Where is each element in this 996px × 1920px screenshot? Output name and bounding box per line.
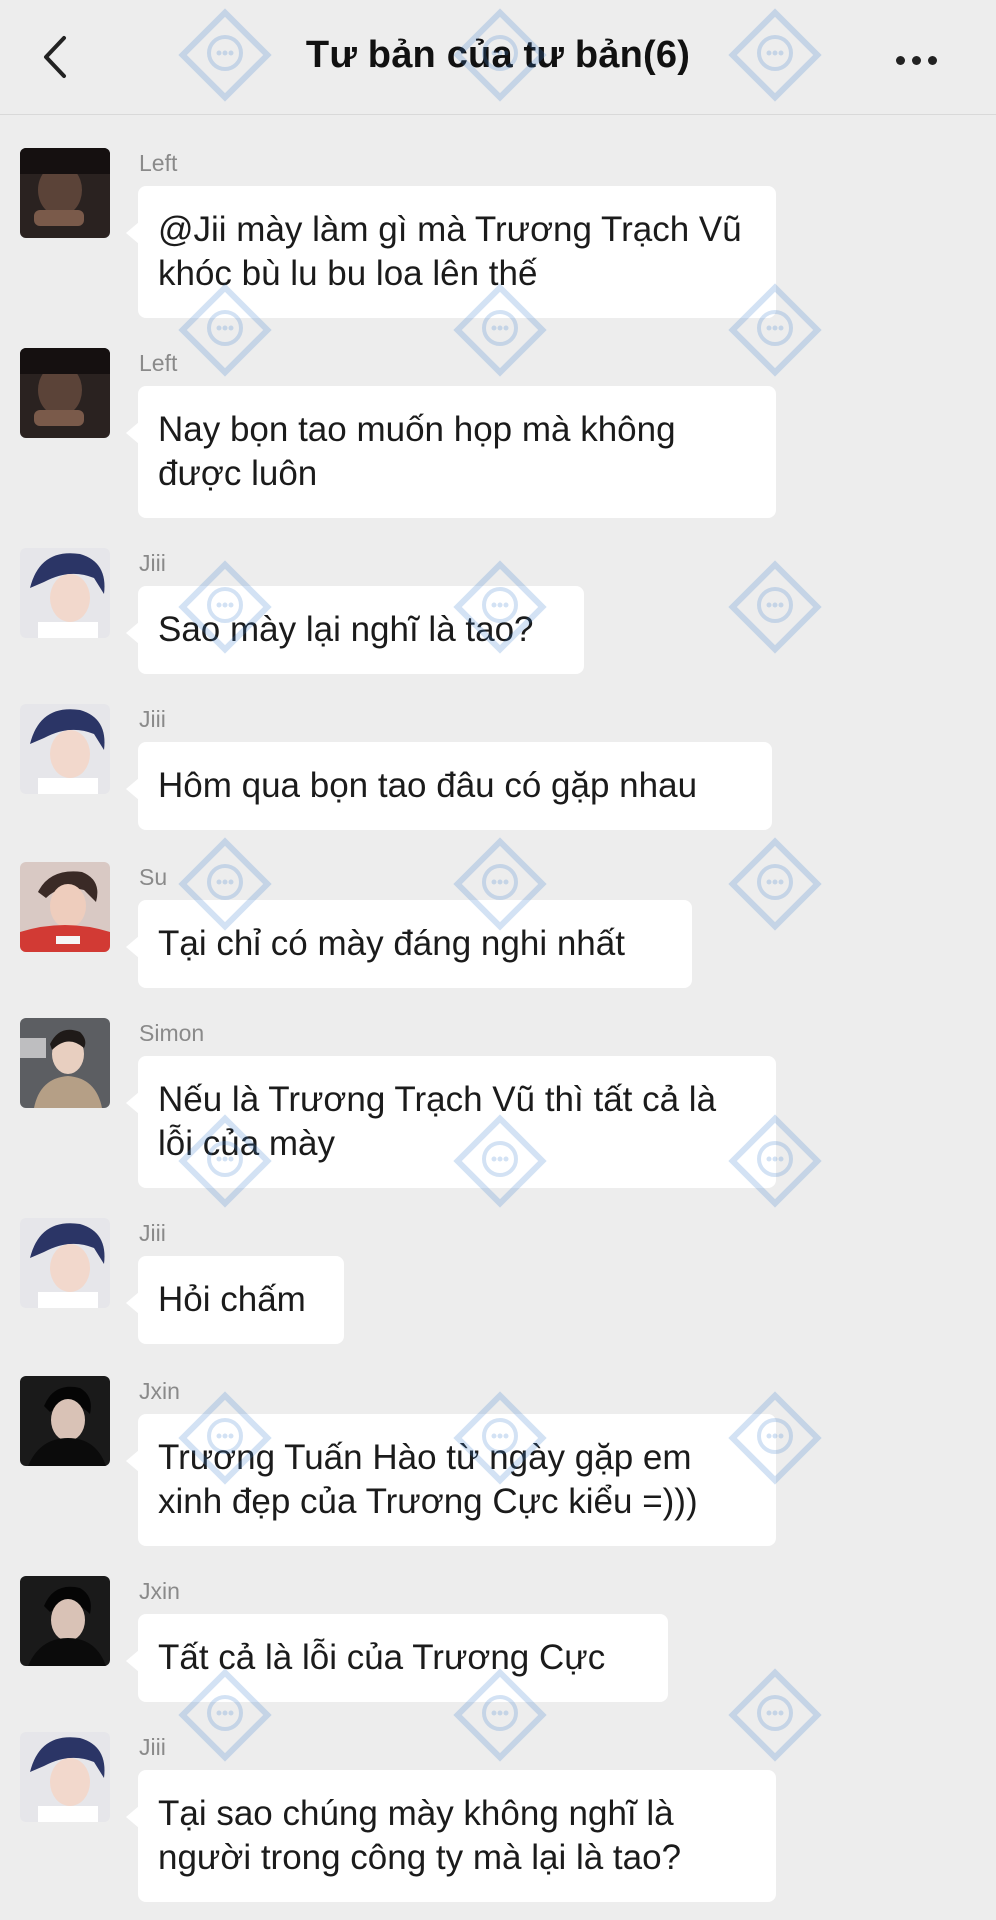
message-bubble[interactable]: Tất cả là lỗi của Trương Cực bbox=[126, 1614, 668, 1702]
chat-header: Tư bản của tư bản(6) bbox=[0, 0, 996, 115]
avatar[interactable] bbox=[20, 148, 110, 238]
chat-title: Tư bản của tư bản(6) bbox=[305, 34, 691, 76]
avatar[interactable] bbox=[20, 1376, 110, 1466]
sender-name: Jxin bbox=[139, 1378, 180, 1404]
avatar[interactable] bbox=[20, 1732, 110, 1822]
avatar[interactable] bbox=[20, 1018, 110, 1108]
sender-name: Jiii bbox=[139, 706, 166, 732]
sender-name: Simon bbox=[139, 1020, 205, 1046]
message-bubble[interactable]: @Jii mày làm gì mà Trương Trạch Vũ khóc … bbox=[126, 186, 776, 318]
message-bubble[interactable]: Sao mày lại nghĩ là tao? bbox=[126, 586, 584, 674]
avatar[interactable] bbox=[20, 348, 110, 438]
sender-name: Su bbox=[139, 864, 168, 890]
message-list[interactable]: Left @Jii mày làm gì mà Trương Trạch Vũ … bbox=[0, 114, 996, 1920]
message-bubble[interactable]: Tại chỉ có mày đáng nghi nhất bbox=[126, 900, 692, 988]
sender-name: Jiii bbox=[139, 1220, 166, 1246]
sender-name: Jiii bbox=[139, 1734, 166, 1760]
message-bubble[interactable]: Hỏi chấm bbox=[126, 1256, 344, 1344]
message-bubble[interactable]: Hôm qua bọn tao đâu có gặp nhau bbox=[126, 742, 772, 830]
avatar[interactable] bbox=[20, 548, 110, 638]
avatar[interactable] bbox=[20, 862, 110, 952]
message-bubble[interactable]: Nay bọn tao muốn họp mà không được luôn bbox=[126, 386, 776, 518]
avatar[interactable] bbox=[20, 1576, 110, 1666]
message-bubble[interactable]: Tại sao chúng mày không nghĩ là người tr… bbox=[126, 1770, 776, 1902]
more-horizontal-icon[interactable] bbox=[896, 52, 946, 65]
sender-name: Jxin bbox=[139, 1578, 180, 1604]
avatar[interactable] bbox=[20, 704, 110, 794]
sender-name: Left bbox=[139, 150, 178, 176]
message-bubble[interactable]: Trương Tuấn Hào từ ngày gặp em xinh đẹp … bbox=[126, 1414, 776, 1546]
avatar[interactable] bbox=[20, 1218, 110, 1308]
sender-name: Left bbox=[139, 350, 178, 376]
message-bubble[interactable]: Nếu là Trương Trạch Vũ thì tất cả là lỗi… bbox=[126, 1056, 776, 1188]
sender-name: Jiii bbox=[139, 550, 166, 576]
